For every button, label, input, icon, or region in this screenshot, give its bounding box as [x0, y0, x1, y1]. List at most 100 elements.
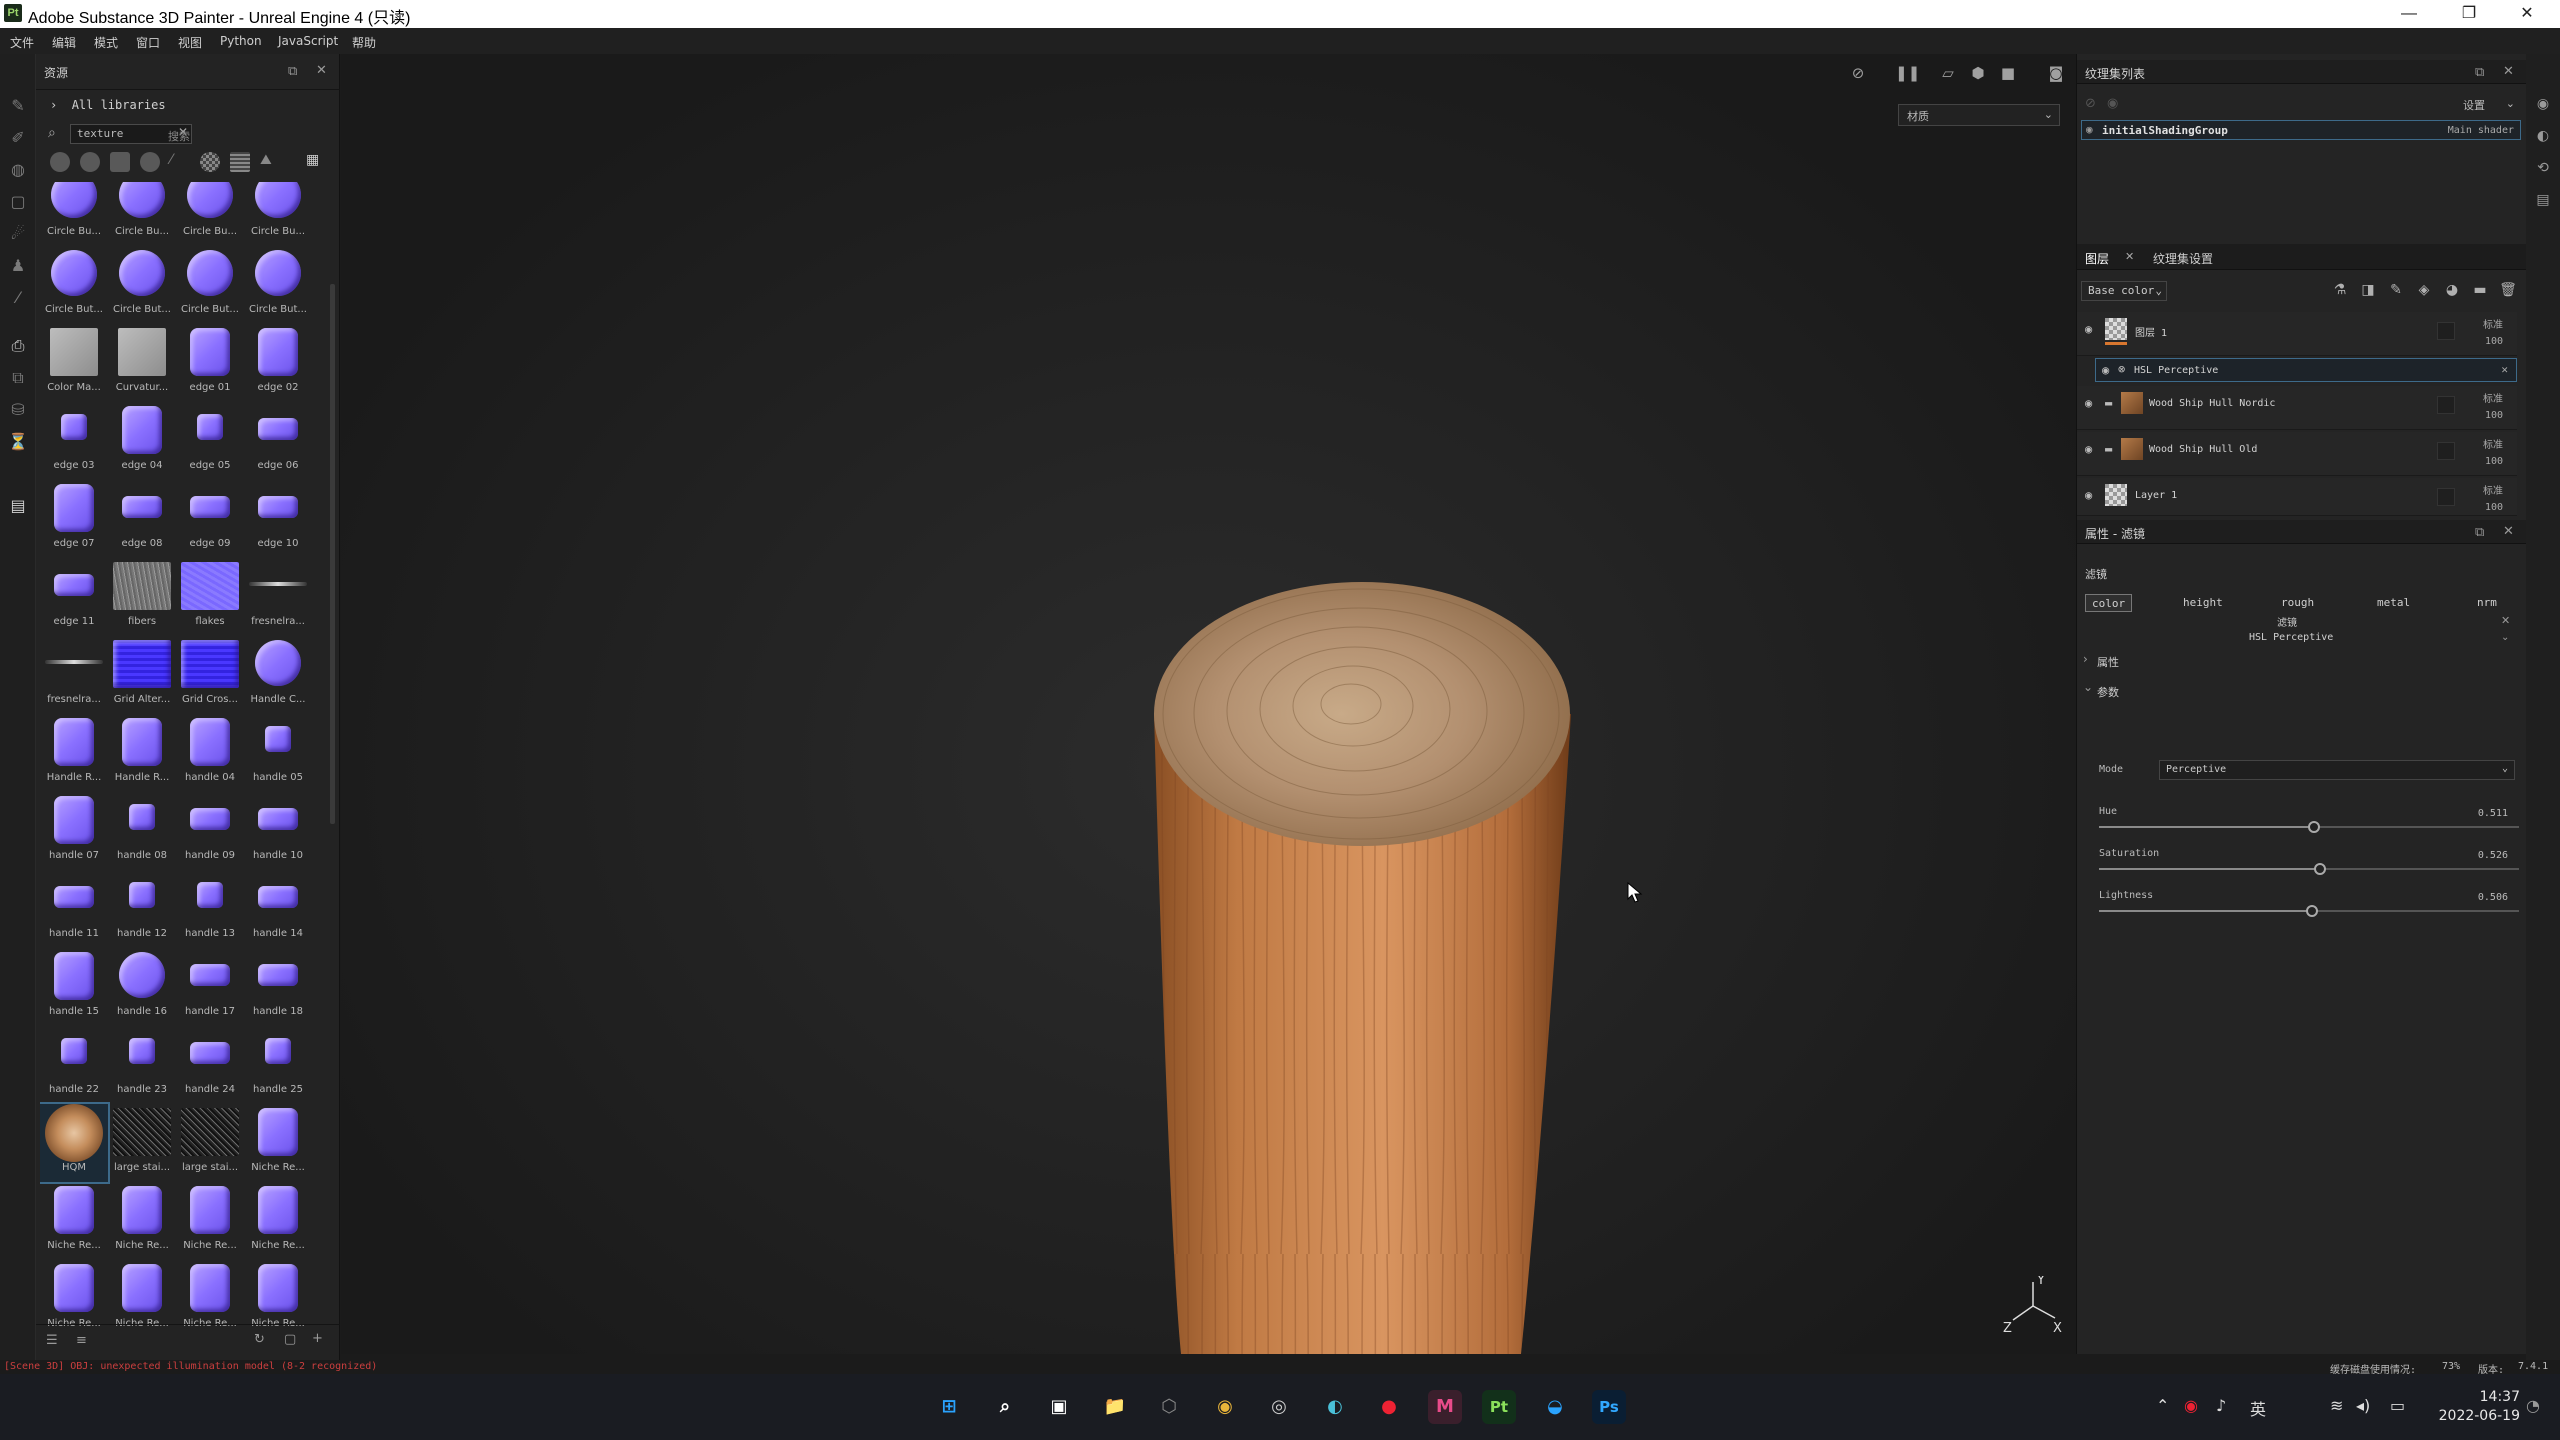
smudge-icon[interactable]: ☄: [6, 222, 30, 246]
asset-item[interactable]: Grid Cros...: [176, 636, 244, 714]
projection-icon[interactable]: ◍: [6, 158, 30, 182]
filter-texture-icon[interactable]: [110, 152, 130, 172]
unreal-engine-icon[interactable]: ⬡: [1152, 1390, 1186, 1424]
maya-icon[interactable]: M: [1428, 1390, 1462, 1424]
chevron-right-icon[interactable]: ›: [2083, 652, 2088, 666]
layer-opacity[interactable]: 100: [2485, 410, 2503, 421]
clone-icon[interactable]: ♟: [6, 254, 30, 278]
add-mask-icon[interactable]: ◨: [2359, 281, 2377, 299]
layer-opacity[interactable]: 100: [2485, 336, 2503, 347]
paint-brush-icon[interactable]: ✎: [6, 94, 30, 118]
asset-item[interactable]: edge 09: [176, 480, 244, 558]
asset-item[interactable]: fresnelra...: [244, 558, 312, 636]
filter-pen-icon[interactable]: ⁄: [170, 152, 190, 172]
add-paint-layer-icon[interactable]: ✎: [2387, 281, 2405, 299]
channel-dropdown[interactable]: Base color ⌄: [2081, 281, 2167, 301]
asset-item[interactable]: Curvatur...: [108, 324, 176, 402]
asset-item[interactable]: Circle Bu...: [244, 182, 312, 246]
slider-handle[interactable]: [2313, 863, 2326, 875]
blend-mode[interactable]: 标准: [2483, 436, 2503, 451]
chip-nrm[interactable]: nrm: [2471, 594, 2503, 612]
library-breadcrumb[interactable]: › All libraries: [50, 98, 166, 112]
eye-icon[interactable]: ◉: [2085, 488, 2092, 502]
language-indicator[interactable]: 英: [2250, 1396, 2266, 1420]
asset-item[interactable]: handle 09: [176, 792, 244, 870]
asset-item[interactable]: handle 12: [108, 870, 176, 948]
asset-item[interactable]: handle 14: [244, 870, 312, 948]
blend-mode[interactable]: 标准: [2483, 390, 2503, 405]
menu-file[interactable]: 文件: [10, 34, 34, 51]
asset-item[interactable]: Niche Re...: [108, 1182, 176, 1260]
texture-set-list-icon[interactable]: ◉: [2534, 96, 2552, 114]
layer-mask-slot[interactable]: [2437, 442, 2455, 460]
param-slider[interactable]: [2099, 821, 2519, 833]
asset-item[interactable]: Circle But...: [108, 246, 176, 324]
layer-item[interactable]: ◉ Layer 1 标准 100: [2077, 478, 2517, 516]
asset-item[interactable]: edge 07: [40, 480, 108, 558]
add-smart-material-icon[interactable]: ◕: [2443, 281, 2461, 299]
layer-opacity[interactable]: 100: [2485, 456, 2503, 467]
3d-viewport[interactable]: ⊘ ❚❚ ▱ ⬢ ■ ◙ 材质 ⌄ Y Z X: [341, 54, 2076, 1354]
asset-item[interactable]: handle 24: [176, 1026, 244, 1104]
layer-mask-slot[interactable]: [2437, 396, 2455, 414]
menu-view[interactable]: 视图: [178, 34, 202, 51]
asset-item[interactable]: edge 02: [244, 324, 312, 402]
asset-item[interactable]: HQM: [40, 1102, 110, 1184]
solo-icon[interactable]: ◉: [2107, 96, 2118, 111]
asset-item[interactable]: Circle Bu...: [176, 182, 244, 246]
recording-tray-icon[interactable]: ◉: [2184, 1396, 2198, 1415]
asset-item[interactable]: Handle C...: [244, 636, 312, 714]
task-view-icon[interactable]: ▣: [1042, 1390, 1076, 1424]
param-slider[interactable]: [2099, 905, 2519, 917]
photoshop-icon[interactable]: Ps: [1592, 1390, 1626, 1424]
remove-filter-icon[interactable]: ✕: [2501, 363, 2508, 376]
file-explorer-icon[interactable]: 📁: [1098, 1390, 1132, 1424]
asset-item[interactable]: edge 10: [244, 480, 312, 558]
filter-name[interactable]: HSL Perceptive: [2249, 632, 2333, 643]
chevron-down-icon[interactable]: ⌄: [2083, 680, 2093, 694]
search-icon[interactable]: ⌕: [988, 1390, 1022, 1424]
filter-environment-icon[interactable]: ⛰: [260, 152, 280, 172]
texture-set-settings-dropdown[interactable]: 设置 ⌄: [2457, 94, 2519, 114]
asset-item[interactable]: handle 04: [176, 714, 244, 792]
asset-item[interactable]: Handle R...: [40, 714, 108, 792]
blend-mode[interactable]: 标准: [2483, 316, 2503, 331]
clipboard-icon[interactable]: ▤: [6, 494, 30, 518]
close-panel-icon[interactable]: ✕: [2503, 524, 2514, 539]
chevron-up-icon[interactable]: ⌃: [2156, 1396, 2169, 1415]
asset-item[interactable]: handle 15: [40, 948, 108, 1026]
filter-material-icon[interactable]: [50, 152, 70, 172]
delete-layer-icon[interactable]: 🗑: [2499, 281, 2517, 299]
asset-item[interactable]: Circle Bu...: [40, 182, 108, 246]
param-value[interactable]: 0.506: [2478, 892, 2508, 903]
eye-icon[interactable]: ◉: [2086, 123, 2093, 136]
history-icon[interactable]: ⟲: [2534, 160, 2552, 178]
blend-mode[interactable]: 标准: [2483, 482, 2503, 497]
list-view-icon[interactable]: ☰: [46, 1333, 58, 1348]
steam-icon[interactable]: ◎: [1262, 1390, 1296, 1424]
texture-set-row[interactable]: ◉ initialShadingGroup Main shader: [2081, 120, 2521, 140]
visibility-icon[interactable]: ⊘: [2085, 96, 2096, 111]
asset-item[interactable]: handle 08: [108, 792, 176, 870]
microphone-icon[interactable]: ♪: [2216, 1396, 2226, 1415]
attributes-section[interactable]: 属性: [2097, 654, 2119, 670]
asset-item[interactable]: handle 17: [176, 948, 244, 1026]
minimize-button[interactable]: —: [2380, 0, 2438, 28]
details-view-icon[interactable]: ≡: [76, 1333, 87, 1348]
eye-icon[interactable]: ◉: [2102, 363, 2109, 377]
start-icon[interactable]: ⊞: [932, 1390, 966, 1424]
substance-painter-icon[interactable]: Pt: [1482, 1390, 1516, 1424]
folder-layer-item[interactable]: ◉ ▬ Wood Ship Hull Old 标准 100: [2077, 432, 2517, 476]
display-settings-icon[interactable]: ◐: [2534, 128, 2552, 146]
view-grid-icon[interactable]: ▦: [306, 152, 326, 172]
asset-item[interactable]: Circle But...: [244, 246, 312, 324]
asset-item[interactable]: Niche Re...: [176, 1182, 244, 1260]
eye-icon[interactable]: ◉: [2085, 322, 2092, 336]
asset-item[interactable]: Niche Re...: [40, 1182, 108, 1260]
notification-icon[interactable]: ◔: [2526, 1396, 2540, 1415]
asset-item[interactable]: edge 11: [40, 558, 108, 636]
chip-metal[interactable]: metal: [2371, 594, 2416, 612]
float-panel-icon[interactable]: ⧉: [288, 64, 297, 79]
asset-item[interactable]: large stai...: [108, 1104, 176, 1182]
add-effect-icon[interactable]: ⚗: [2331, 281, 2349, 299]
